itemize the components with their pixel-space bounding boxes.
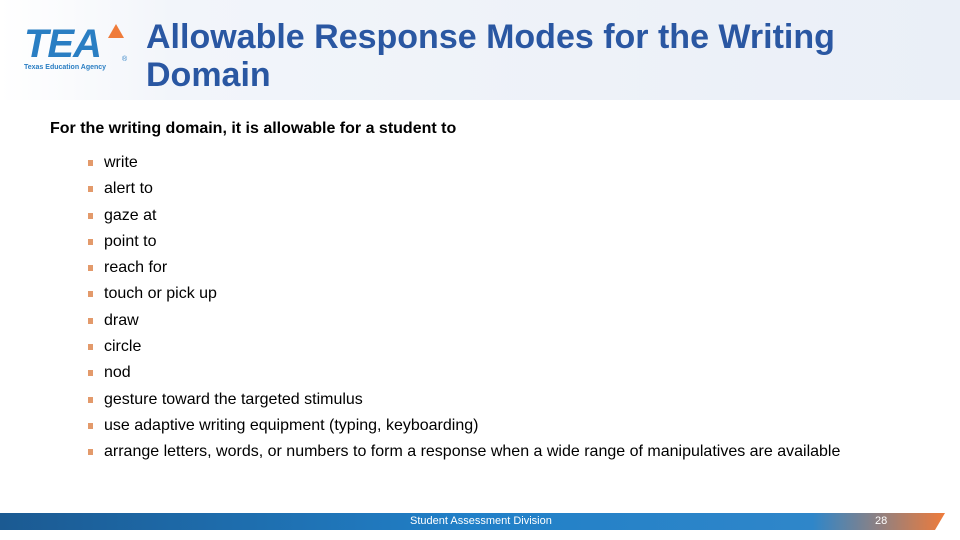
list-item: point to [88,233,868,251]
square-bullet-icon [88,370,93,377]
list-item-label: alert to [104,180,153,198]
logo-subtitle: Texas Education Agency [24,64,107,71]
square-bullet-icon [88,238,93,245]
square-bullet-icon [88,422,93,429]
list-item: use adaptive writing equipment (typing, … [88,417,868,435]
square-bullet-icon [88,186,93,193]
list-item-label: arrange letters, words, or numbers to fo… [104,443,841,461]
footer-division: Student Assessment Division [410,515,552,527]
list-item: gesture toward the targeted stimulus [88,391,868,409]
list-item-label: reach for [104,259,168,277]
list-item-label: touch or pick up [104,285,217,303]
list-item-label: circle [104,338,142,356]
list-item-label: draw [104,311,139,329]
square-bullet-icon [88,344,93,351]
list-item-label: point to [104,232,157,250]
registered-mark: ® [122,56,128,63]
list-item: alert to [88,180,868,198]
square-bullet-icon [88,291,93,298]
tea-logo: TEA ® Texas Education Agency [24,22,130,76]
response-modes-list: write alert to gaze at point to reach fo… [88,154,868,470]
square-bullet-icon [88,449,93,456]
list-item: draw [88,312,868,330]
list-item-label: nod [104,364,131,382]
square-bullet-icon [88,396,93,403]
list-item: touch or pick up [88,285,868,303]
square-bullet-icon [88,265,93,272]
logo-wordmark: TEA [24,22,102,66]
page-number: 28 [875,515,888,527]
square-bullet-icon [88,160,93,166]
list-item-label: write [104,154,138,171]
list-item: nod [88,364,868,382]
list-item: write [88,154,868,172]
list-item-label: gaze at [104,206,157,224]
slide-title: Allowable Response Modes for the Writing… [146,18,835,94]
list-item: reach for [88,259,868,277]
list-item: circle [88,338,868,356]
list-item-label: gesture toward the targeted stimulus [104,390,363,408]
list-item: gaze at [88,207,868,225]
square-bullet-icon [88,212,93,219]
logo-flag-icon [108,24,124,38]
intro-text: For the writing domain, it is allowable … [50,120,457,137]
list-item-label: use adaptive writing equipment (typing, … [104,416,479,434]
list-item: arrange letters, words, or numbers to fo… [88,443,868,461]
slide-header: TEA ® Texas Education Agency Allowable R… [0,0,960,100]
square-bullet-icon [88,317,93,324]
